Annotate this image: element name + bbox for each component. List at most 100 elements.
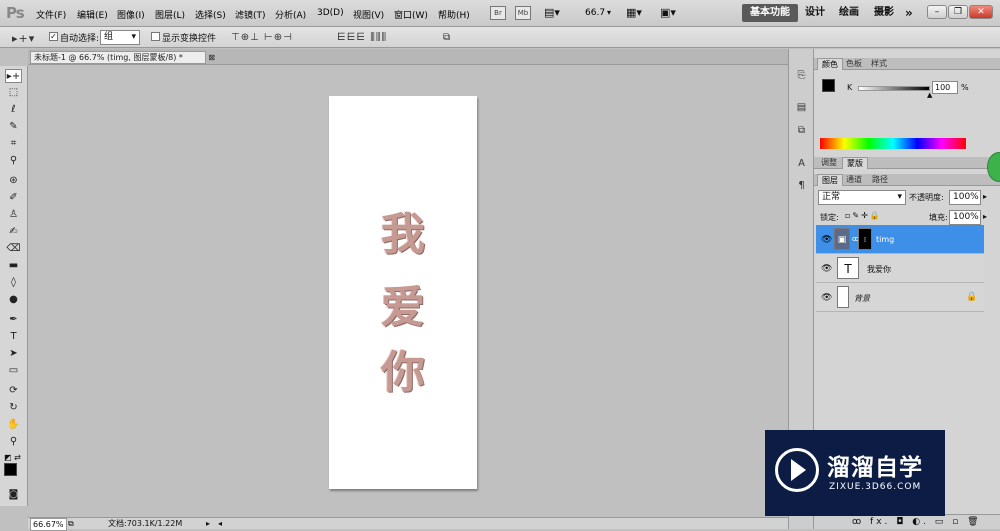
layer-mask-thumbnail[interactable]: ⁞	[858, 228, 872, 250]
menu-3d[interactable]: 3D(D)	[317, 8, 344, 18]
opacity-field[interactable]: 100%	[949, 190, 981, 205]
status-options-icon[interactable]: ⧉	[68, 518, 74, 529]
scroll-left-icon[interactable]: ◂	[218, 518, 222, 529]
align-icons[interactable]: ⊤⊕⊥ ⊢⊕⊣	[231, 32, 293, 43]
layer-row-timg[interactable]: 👁 ▣ ꝏ ⁞ timg	[816, 225, 984, 254]
workspace-essentials[interactable]: 基本功能	[742, 4, 798, 22]
tab-styles[interactable]: 样式	[867, 58, 891, 70]
dodge-tool-icon[interactable]: ●	[5, 293, 22, 307]
document-canvas[interactable]: 我 爱 你	[329, 96, 477, 489]
menu-filter[interactable]: 滤镜(T)	[235, 8, 266, 21]
menu-window[interactable]: 窗口(W)	[394, 8, 428, 21]
close-icon[interactable]: ✕	[969, 5, 993, 19]
view-extras-icon[interactable]: ▤▾	[544, 6, 560, 19]
clone-source-panel-icon[interactable]: ⧉	[794, 124, 809, 138]
status-menu-arrow-icon[interactable]: ▸	[206, 518, 210, 529]
default-colors-icon[interactable]: ◩ ⇄	[4, 453, 21, 462]
pen-tool-icon[interactable]: ✒	[5, 313, 22, 327]
options-bar: ▸+▾ ✓ 自动选择: 组 ▾ 显示变换控件 ⊤⊕⊥ ⊢⊕⊣ ⋿⋿⋿ ⫼⫼⫼ ⧉	[0, 27, 1000, 48]
gradient-tool-icon[interactable]: ▬	[5, 259, 22, 273]
zoom-tool-icon[interactable]: ⚲	[5, 435, 22, 449]
path-selection-tool-icon[interactable]: ➤	[5, 347, 22, 361]
status-zoom[interactable]: 66.67%	[30, 518, 67, 531]
lasso-tool-icon[interactable]: ℓ	[5, 103, 22, 117]
menu-help[interactable]: 帮助(H)	[438, 8, 470, 21]
visibility-eye-icon[interactable]: 👁	[821, 293, 832, 303]
screen-mode-icon[interactable]: ▣▾	[660, 6, 676, 19]
paragraph-panel-icon[interactable]: ¶	[794, 179, 809, 193]
layer-row-background[interactable]: 👁 背景 🔒	[816, 283, 984, 312]
menu-edit[interactable]: 编辑(E)	[77, 8, 108, 21]
auto-select-checkbox[interactable]: ✓	[49, 32, 58, 42]
fill-field[interactable]: 100%	[949, 210, 981, 225]
history-brush-tool-icon[interactable]: ✍	[5, 225, 22, 239]
quick-mask-icon[interactable]: ◙	[5, 488, 22, 502]
tab-color[interactable]: 颜色	[817, 58, 843, 70]
crop-tool-icon[interactable]: ⌗	[5, 137, 22, 151]
k-slider[interactable]	[858, 86, 930, 91]
tab-layers[interactable]: 图层	[817, 174, 843, 186]
brush-tool-icon[interactable]: ✐	[5, 191, 22, 205]
tab-masks[interactable]: 蒙版	[842, 157, 868, 169]
tab-adjustments[interactable]: 调整	[817, 157, 841, 169]
tab-channels[interactable]: 通道	[842, 174, 866, 186]
marquee-tool-icon[interactable]: ⬚	[5, 86, 22, 100]
menu-file[interactable]: 文件(F)	[36, 8, 66, 21]
move-tool-icon[interactable]: ▸+	[5, 69, 22, 83]
color-panel-fg-swatch[interactable]	[822, 79, 835, 92]
menu-view[interactable]: 视图(V)	[353, 8, 384, 21]
menu-image[interactable]: 图像(I)	[117, 8, 145, 21]
menu-bar: Ps 文件(F) 编辑(E) 图像(I) 图层(L) 选择(S) 滤镜(T) 分…	[0, 0, 1000, 27]
tab-swatches[interactable]: 色板	[842, 58, 866, 70]
workspace-design[interactable]: 设计	[797, 4, 833, 22]
blur-tool-icon[interactable]: ◊	[5, 276, 22, 290]
3d-orbit-tool-icon[interactable]: ↻	[5, 401, 22, 415]
menu-layer[interactable]: 图层(L)	[155, 8, 185, 21]
mini-bridge-button[interactable]: Mb	[515, 6, 531, 20]
3d-rotate-tool-icon[interactable]: ⟳	[5, 384, 22, 398]
arrange-documents-icon[interactable]: ▦▾	[626, 6, 642, 19]
history-panel-icon[interactable]: ⎘	[794, 69, 809, 83]
actions-panel-icon[interactable]: ▤	[794, 101, 809, 115]
eyedropper-tool-icon[interactable]: ⚲	[5, 154, 22, 168]
lock-label: 锁定:	[820, 213, 839, 222]
zoom-level[interactable]: 66.7	[585, 8, 605, 18]
auto-align-icon[interactable]: ⧉	[443, 32, 451, 43]
visibility-eye-icon[interactable]: 👁	[821, 264, 832, 274]
layer-row-text[interactable]: 👁 T 我爱你	[816, 254, 984, 283]
character-panel-icon[interactable]: A	[794, 157, 809, 171]
visibility-eye-icon[interactable]: 👁	[821, 235, 832, 245]
close-tab-icon[interactable]: ⊠	[208, 52, 215, 63]
menu-analysis[interactable]: 分析(A)	[275, 8, 306, 21]
workspace-more-button[interactable]: »	[897, 4, 921, 22]
color-spectrum-bar[interactable]	[820, 138, 966, 149]
quick-select-tool-icon[interactable]: ✎	[5, 120, 22, 134]
minimize-icon[interactable]: –	[927, 5, 947, 19]
foreground-color-swatch[interactable]	[4, 463, 17, 476]
tab-paths[interactable]: 路径	[868, 174, 892, 186]
fill-arrow-icon[interactable]: ▸	[983, 212, 987, 221]
layers-bottom-icons: ꝏ fx. ◘ ◐. ▭ ▫ 🗑	[852, 517, 982, 527]
k-value-field[interactable]: 100	[932, 81, 958, 94]
type-tool-icon[interactable]: T	[5, 330, 22, 344]
auto-select-target-dropdown[interactable]: 组 ▾	[100, 30, 140, 45]
show-transform-checkbox[interactable]	[151, 32, 160, 42]
distribute-icons[interactable]: ⋿⋿⋿ ⫼⫼⫼	[337, 32, 387, 43]
eraser-tool-icon[interactable]: ⌫	[5, 242, 22, 256]
bridge-button[interactable]: Br	[490, 6, 506, 20]
layers-bottom-toolbar[interactable]: ꝏ fx. ◘ ◐. ▭ ▫ 🗑	[814, 514, 1000, 529]
document-tab[interactable]: 未标题-1 @ 66.7% (timg, 图层蒙板/8) * ⊠	[30, 51, 215, 64]
lock-icons[interactable]: ▫✎✛🔒	[845, 211, 882, 220]
clone-stamp-tool-icon[interactable]: ♙	[5, 208, 22, 222]
workspace-painting[interactable]: 绘画	[831, 4, 867, 22]
healing-brush-tool-icon[interactable]: ⊛	[5, 174, 22, 188]
opacity-arrow-icon[interactable]: ▸	[983, 192, 987, 201]
menu-select[interactable]: 选择(S)	[195, 8, 226, 21]
hand-tool-icon[interactable]: ✋	[5, 418, 22, 432]
shape-tool-icon[interactable]: ▭	[5, 364, 22, 378]
restore-icon[interactable]: ❐	[948, 5, 968, 19]
opacity-label: 不透明度:	[909, 193, 944, 202]
move-tool-preset-icon[interactable]: ▸+▾	[12, 32, 35, 45]
zoom-dropdown-icon[interactable]: ▾	[607, 8, 611, 17]
blend-mode-dropdown[interactable]: 正常 ▾	[818, 190, 906, 205]
